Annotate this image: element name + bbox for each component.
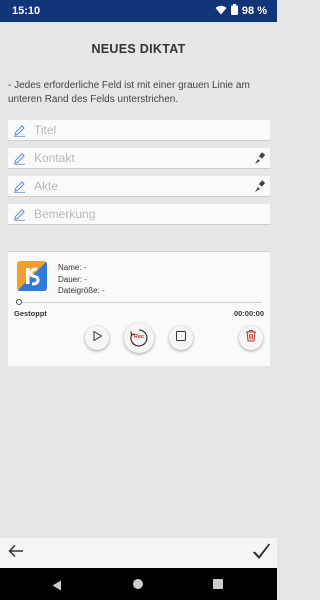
app-logo — [17, 261, 47, 291]
contact-field[interactable]: Kontakt — [8, 148, 270, 169]
progress-handle[interactable] — [16, 299, 22, 305]
file-field-placeholder: Akte — [34, 179, 59, 193]
nav-home-icon[interactable] — [133, 579, 143, 589]
progress-track — [16, 302, 262, 303]
nav-recent-apps-icon[interactable] — [213, 579, 223, 589]
pencil-icon — [8, 180, 30, 193]
recording-time: 00:00:00 — [233, 309, 264, 318]
title-field[interactable]: Titel — [8, 120, 270, 141]
recording-duration: Dauer: - — [58, 274, 87, 284]
pencil-icon — [8, 124, 30, 137]
remark-field[interactable]: Bemerkung — [8, 204, 270, 225]
battery-icon — [230, 4, 238, 18]
trash-icon — [245, 329, 257, 347]
wifi-icon — [215, 5, 227, 18]
remark-field-placeholder: Bemerkung — [34, 207, 96, 221]
status-time: 15:10 — [12, 5, 41, 17]
recording-card: Name: - Dauer: - Dateigröße: - Gestoppt … — [8, 251, 270, 366]
title-field-placeholder: Titel — [34, 123, 57, 137]
recording-name: Name: - — [58, 263, 87, 272]
recording-meta: Name: - Dauer: - Dateigröße: - — [58, 262, 105, 297]
delete-button[interactable] — [239, 326, 263, 350]
recording-filesize: Dateigröße: - — [58, 286, 105, 295]
file-field[interactable]: Akte — [8, 176, 270, 197]
stop-icon — [175, 329, 187, 347]
brush-icon[interactable] — [248, 151, 270, 165]
pencil-icon — [8, 208, 30, 221]
record-label: Rec — [134, 334, 145, 340]
status-bar: 15:10 98 % — [0, 0, 277, 22]
bottom-action-bar — [0, 538, 277, 568]
play-button[interactable] — [85, 326, 109, 350]
record-button[interactable]: Rec — [124, 323, 154, 353]
back-arrow-icon[interactable] — [8, 544, 24, 563]
battery-level: 98 % — [241, 5, 267, 17]
recording-state: Gestoppt — [14, 309, 47, 318]
pencil-icon — [8, 152, 30, 165]
brush-icon[interactable] — [248, 179, 270, 193]
stop-button[interactable] — [169, 326, 193, 350]
page-title: NEUES DIKTAT — [91, 42, 186, 56]
contact-field-placeholder: Kontakt — [34, 151, 75, 165]
system-nav-bar — [0, 568, 277, 600]
confirm-check-icon[interactable] — [252, 542, 271, 566]
record-icon: Rec — [128, 327, 150, 349]
required-field-hint: - Jedes erforderliche Feld ist mit einer… — [8, 80, 250, 105]
play-icon — [91, 329, 103, 347]
nav-back-icon[interactable] — [52, 578, 62, 596]
